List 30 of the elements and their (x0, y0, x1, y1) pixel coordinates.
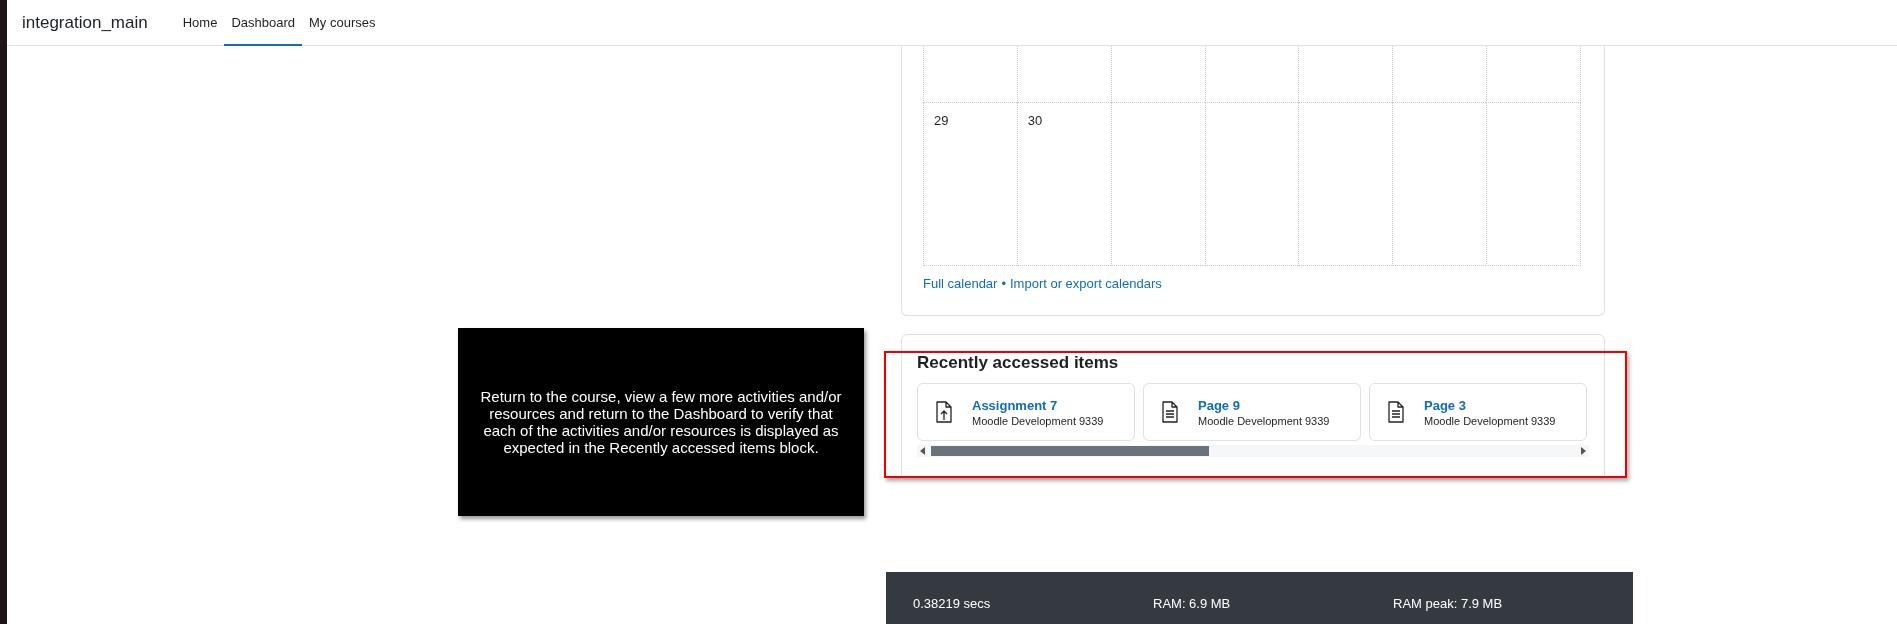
instruction-text: Return to the course, view a few more activities and/or resources and return to the Dashboard to verify that each of the activities and/or resources is displayed as expected in the Recently accessed items block. (479, 387, 843, 457)
calendar-link[interactable]: Full calendar (923, 276, 998, 291)
site-name[interactable]: integration_main (22, 0, 148, 45)
nav-link[interactable]: Home (175, 0, 225, 46)
recent-item-card[interactable]: Page 9 Moodle Development 9339 (1143, 383, 1361, 441)
footer-stat: RAM: 6.9 MB (1153, 596, 1232, 611)
calendar-link[interactable]: Import or export calendars (1010, 276, 1162, 291)
item-link[interactable]: Assignment 7 (972, 397, 1104, 413)
scroll-right-icon[interactable] (1580, 447, 1586, 455)
recent-item-card[interactable]: Assignment 7 Moodle Development 9339 (917, 383, 1135, 441)
footer-stat: RAM peak: 7.9 MB (1393, 596, 1504, 611)
scroll-left-icon[interactable] (920, 447, 926, 455)
block-title: Recently accessed items (917, 353, 1120, 373)
day-number: 29 (934, 113, 949, 128)
item-link[interactable]: Page 9 (1198, 397, 1330, 413)
scrollbar-thumb[interactable] (931, 446, 1209, 456)
item-link[interactable]: Page 3 (1424, 397, 1556, 413)
day-number: 30 (1027, 113, 1043, 128)
nav-link[interactable]: My courses (302, 0, 383, 46)
horizontal-scrollbar[interactable] (917, 445, 1589, 457)
document-icon (1388, 401, 1404, 423)
file-upload-icon (936, 401, 952, 423)
recent-item-card[interactable]: Page 3 Moodle Development 9339 (1369, 383, 1587, 441)
footer-stat: 0.38219 secs (913, 596, 992, 611)
nav-link[interactable]: Dashboard (224, 0, 302, 46)
document-icon (1162, 401, 1178, 423)
link-separator: • (1001, 276, 1006, 291)
course-name: Moodle Development 9339 (1424, 414, 1556, 427)
course-name: Moodle Development 9339 (972, 414, 1104, 427)
course-name: Moodle Development 9339 (1198, 414, 1330, 427)
